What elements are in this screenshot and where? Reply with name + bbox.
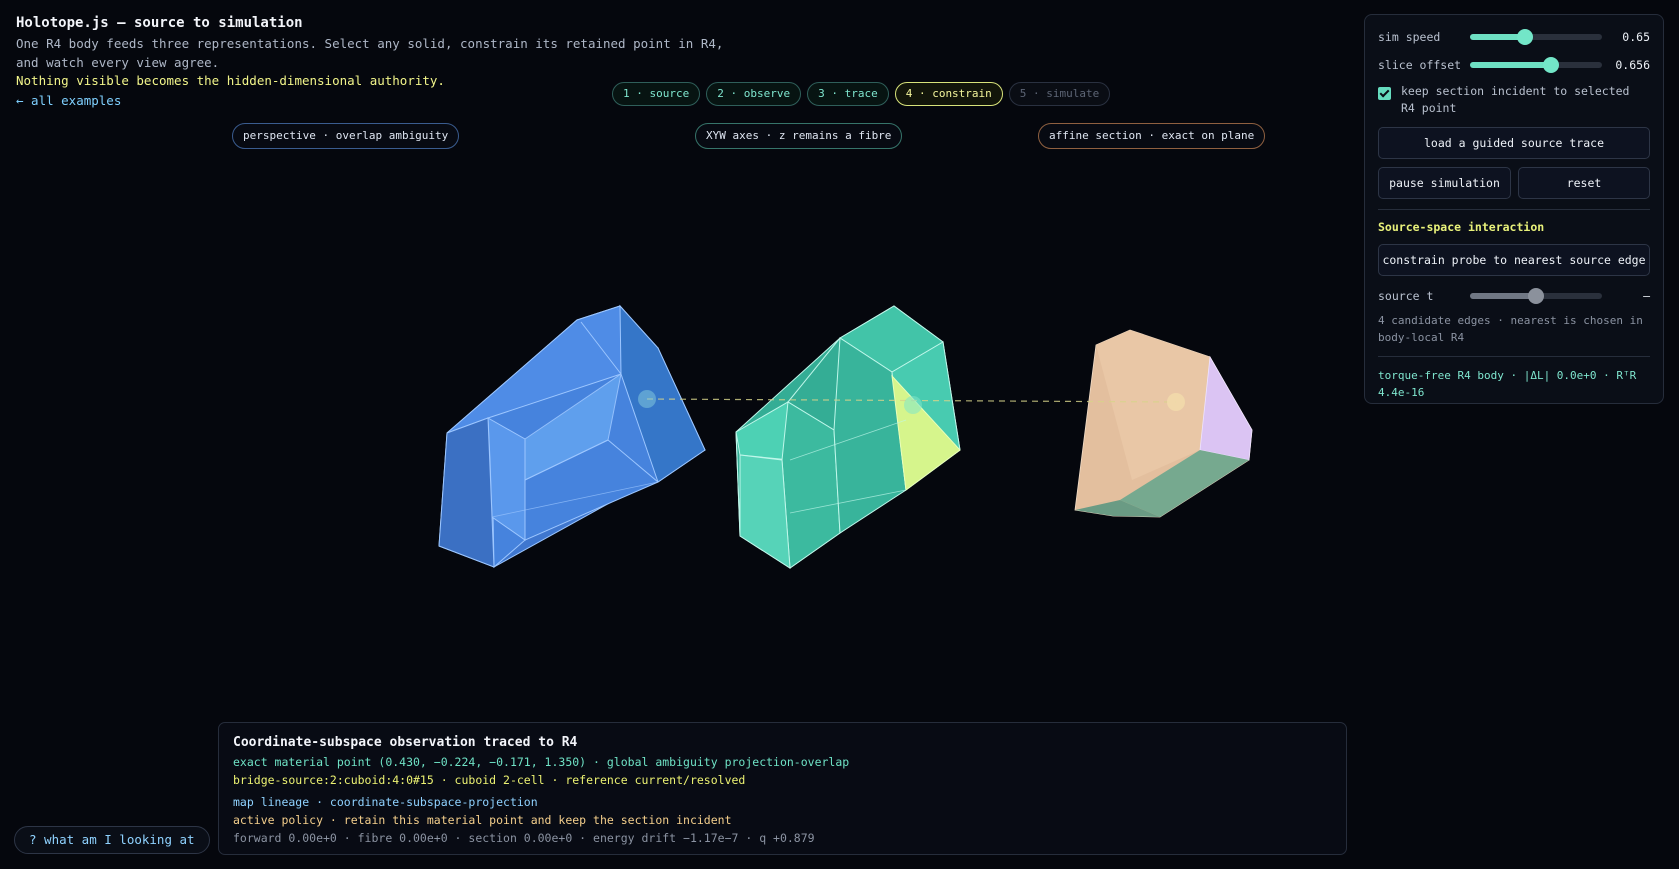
source-t-slider[interactable] <box>1470 288 1602 304</box>
slice-offset-fill <box>1470 62 1551 68</box>
residuals-line: forward 0.00e+0 · fibre 0.00e+0 · sectio… <box>233 831 815 845</box>
xyw-solid[interactable] <box>735 305 961 569</box>
source-t-label: source t <box>1378 289 1434 303</box>
reset-button[interactable]: reset <box>1518 167 1650 199</box>
view-tag-perspective: perspective · overlap ambiguity <box>232 123 460 149</box>
step-trace[interactable]: 3 · trace <box>807 82 889 106</box>
page-title: Holotope.js — source to simulation <box>16 15 303 31</box>
keep-section-option[interactable]: keep section incident to selected R4 poi… <box>1378 83 1650 117</box>
sim-speed-thumb[interactable] <box>1517 29 1534 45</box>
probe-link <box>646 398 1177 403</box>
step-constrain[interactable]: 4 · constrain <box>894 82 1003 106</box>
perspective-solid[interactable] <box>438 304 706 569</box>
info-title: Coordinate-subspace observation traced t… <box>233 735 578 750</box>
step-observe[interactable]: 2 · observe <box>706 82 802 106</box>
sim-speed-row: sim speed 0.65 <box>1378 27 1650 47</box>
slice-offset-thumb[interactable] <box>1542 57 1559 73</box>
panel-divider <box>1378 356 1650 357</box>
sim-button-row: pause simulation reset <box>1378 167 1650 199</box>
affine-solid[interactable] <box>1074 329 1253 518</box>
page-subtitle: One R4 body feeds three representations.… <box>16 36 724 70</box>
observation-info-card: Coordinate-subspace observation traced t… <box>218 722 1347 855</box>
workflow-stepper: 1 · source 2 · observe 3 · trace 4 · con… <box>612 82 1111 106</box>
bridge-source-line: bridge-source:2:cuboid:4:0#15 · cuboid 2… <box>233 773 746 787</box>
help-button[interactable]: ? what am I looking at <box>14 826 210 854</box>
source-t-row: source t – <box>1378 286 1650 306</box>
probe-point-affine[interactable] <box>1167 393 1185 411</box>
panel-divider <box>1378 209 1650 210</box>
slice-offset-value: 0.656 <box>1615 58 1650 72</box>
slice-offset-label: slice offset <box>1378 58 1462 72</box>
slice-offset-row: slice offset 0.656 <box>1378 55 1650 75</box>
keep-section-label: keep section incident to selected R4 poi… <box>1401 84 1630 115</box>
pause-simulation-button[interactable]: pause simulation <box>1378 167 1511 199</box>
source-space-heading: Source-space interaction <box>1378 220 1545 234</box>
map-lineage-line: map lineage · coordinate-subspace-projec… <box>233 795 538 809</box>
material-point-line: exact material point (0.430, −0.224, −0.… <box>233 755 850 769</box>
step-simulate[interactable]: 5 · simulate <box>1008 82 1111 106</box>
control-panel: sim speed 0.65 slice offset 0.656 keep s… <box>1364 14 1664 404</box>
candidate-edges-note: 4 candidate edges · nearest is chosen in… <box>1378 314 1643 344</box>
sim-speed-slider[interactable] <box>1470 29 1602 45</box>
step-source[interactable]: 1 · source <box>612 82 701 106</box>
slice-offset-slider[interactable] <box>1470 57 1602 73</box>
active-policy-line: active policy · retain this material poi… <box>233 813 732 827</box>
sim-speed-value: 0.65 <box>1622 30 1650 44</box>
sim-speed-label: sim speed <box>1378 30 1441 44</box>
source-t-thumb[interactable] <box>1528 288 1544 304</box>
source-t-fill <box>1470 293 1536 299</box>
source-t-value: – <box>1643 289 1650 303</box>
load-guided-trace-button[interactable]: load a guided source trace <box>1378 127 1650 159</box>
probe-point-perspective[interactable] <box>638 390 656 408</box>
torque-status: torque-free R4 body · |ΔL| 0.0e+0 · RᵀR … <box>1378 369 1637 399</box>
constrain-probe-button[interactable]: constrain probe to nearest source edge <box>1378 244 1650 276</box>
view-tag-xyw: XYW axes · z remains a fibre <box>695 123 903 149</box>
view-tag-affine: affine section · exact on plane <box>1038 123 1266 149</box>
all-examples-link[interactable]: ← all examples <box>16 91 121 110</box>
keep-section-checkbox[interactable] <box>1378 87 1391 100</box>
probe-point-xyw[interactable] <box>904 396 922 414</box>
